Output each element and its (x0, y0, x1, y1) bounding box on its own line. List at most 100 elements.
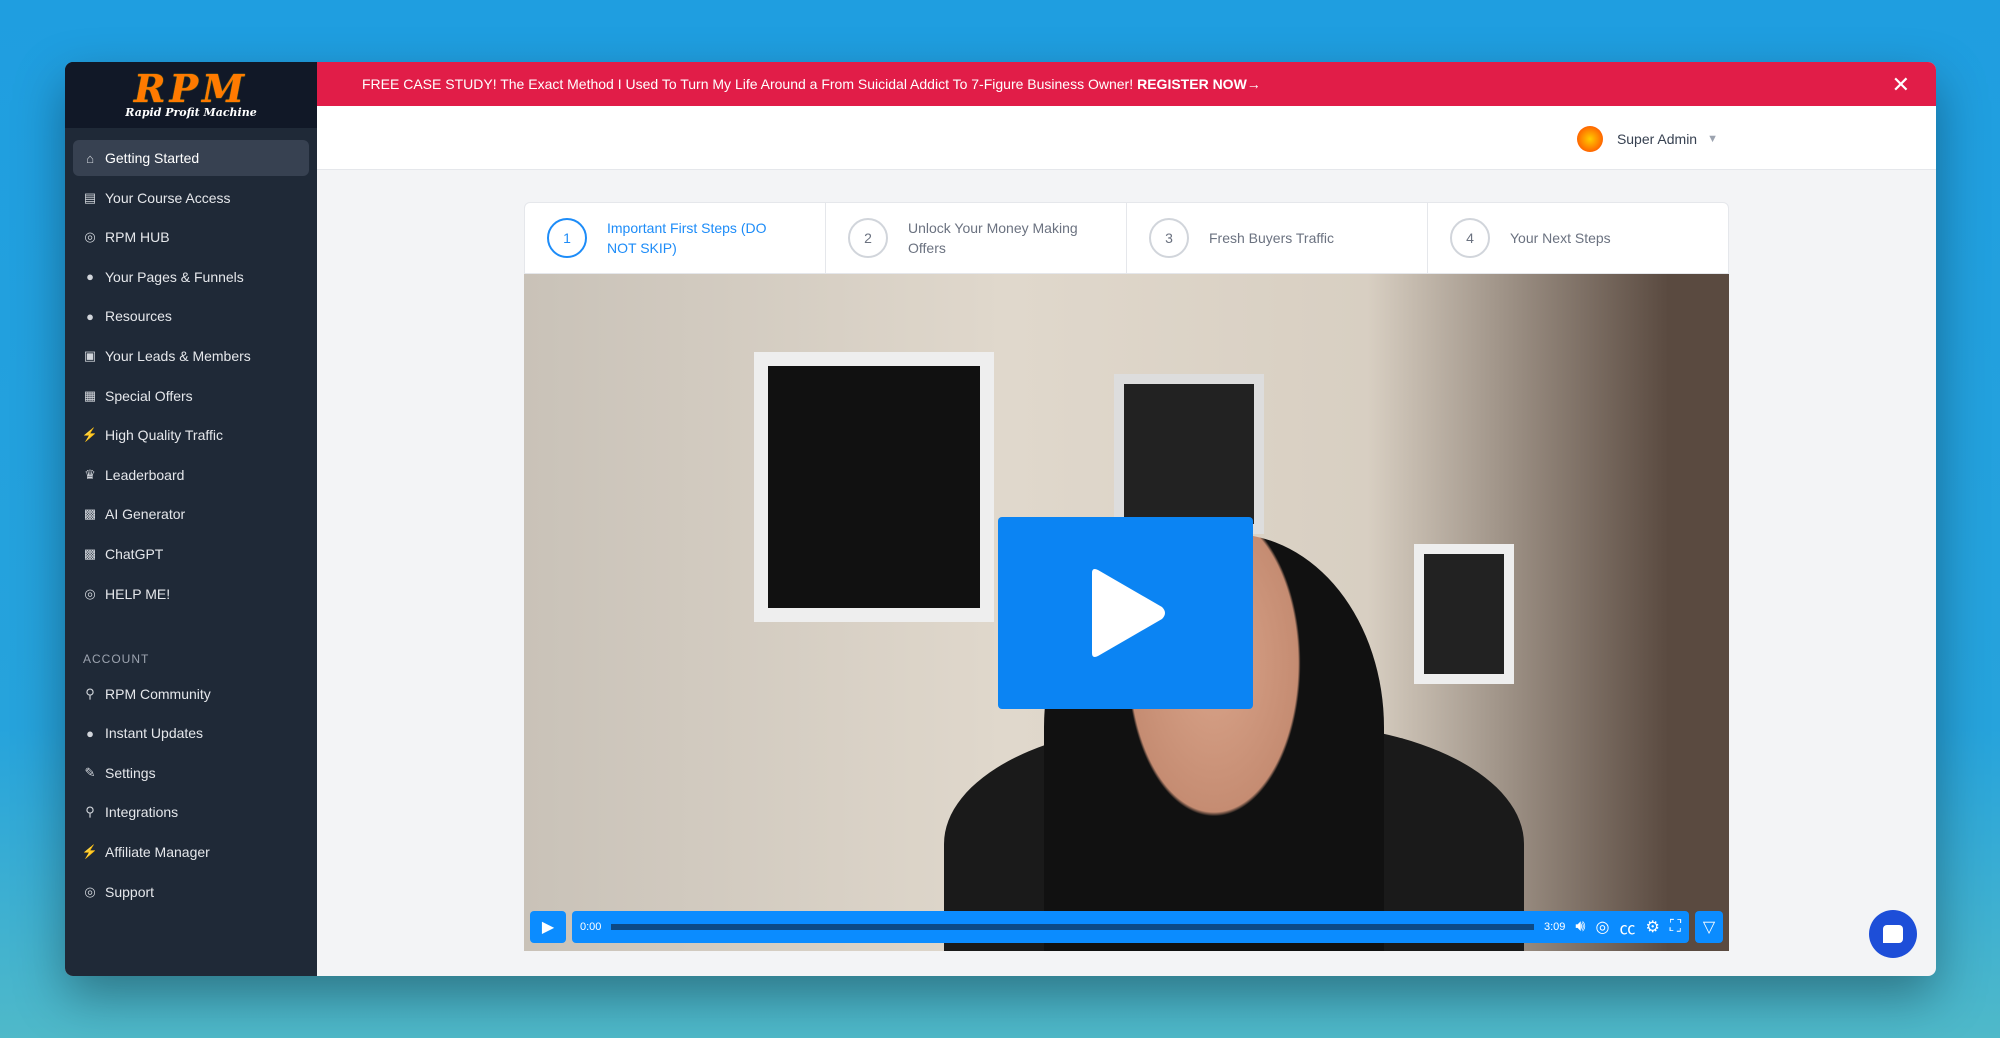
logo-tagline: Rapid Profit Machine (125, 105, 257, 119)
step-label: Unlock Your Money Making Offers (908, 220, 1078, 256)
sidebar-item-rpm-hub[interactable]: ◎ RPM HUB (73, 219, 309, 255)
sidebar-icon: ⌂ (86, 150, 94, 166)
sidebar-item-label: Your Pages & Funnels (105, 268, 244, 285)
sidebar-icon: ⚡ (81, 843, 99, 859)
step-2[interactable]: 2 Unlock Your Money Making Offers (826, 203, 1127, 273)
sidebar: RPM Rapid Profit Machine ⌂ Getting Starte… (65, 62, 317, 976)
framed-certificate (754, 352, 994, 622)
step-number: 3 (1149, 218, 1189, 258)
sidebar-item-label: Affiliate Manager (105, 843, 210, 860)
step-1[interactable]: 1 Important First Steps (DO NOT SKIP) (525, 203, 826, 273)
current-time: 0:00 (580, 921, 602, 933)
sidebar-icon: ▣ (83, 347, 97, 363)
step-label: Fresh Buyers Traffic (1209, 230, 1335, 246)
sidebar-item-label: Getting Started (105, 150, 200, 166)
sidebar-item-label: RPM HUB (105, 229, 170, 246)
sidebar-icon: ◎ (84, 229, 96, 245)
sidebar-icon: ▤ (83, 189, 97, 205)
sidebar-item-label: Your Leads & Members (105, 347, 251, 364)
sidebar-icon: ● (86, 308, 94, 324)
logo[interactable]: RPM Rapid Profit Machine (65, 62, 317, 128)
sidebar-item-integrations[interactable]: ⚲ Integrations (73, 794, 309, 830)
chat-button[interactable] (1869, 910, 1917, 958)
sidebar-item-label: Settings (105, 764, 156, 781)
sidebar-item-label: Instant Updates (105, 725, 204, 742)
app-window: RPM Rapid Profit Machine ⌂ Getting Starte… (65, 62, 1936, 976)
step-number: 4 (1450, 218, 1490, 258)
step-4[interactable]: 4 Your Next Steps (1428, 203, 1728, 273)
sidebar-item-your-course-access[interactable]: ▤ Your Course Access (73, 180, 309, 216)
sidebar-item-your-pages-funnels[interactable]: ● Your Pages & Funnels (73, 259, 309, 295)
step-number: 2 (848, 218, 888, 258)
speed-icon[interactable]: ◎ (1595, 917, 1609, 937)
video-player[interactable]: ▶ 0:00 3:09 🔊︎ ◎ ㏄ ⚙ ⛶ ▽ (524, 274, 1729, 951)
sidebar-item-leaderboard[interactable]: ♛ Leaderboard (73, 457, 309, 493)
sidebar-item-label: ChatGPT (105, 545, 164, 562)
sidebar-item-label: Support (105, 883, 155, 900)
top-header: Super Admin ▼ (317, 106, 1936, 170)
sidebar-item-chatgpt[interactable]: ▩ ChatGPT (73, 536, 309, 572)
sidebar-item-help-me-[interactable]: ◎ HELP ME! (73, 576, 309, 612)
account-section-label: ACCOUNT (83, 651, 150, 666)
captions-icon[interactable]: ㏄ (1619, 915, 1635, 939)
sidebar-item-instant-updates[interactable]: ● Instant Updates (73, 715, 309, 751)
sidebar-item-your-leads-members[interactable]: ▣ Your Leads & Members (73, 338, 309, 374)
sidebar-icon: ◎ (84, 585, 96, 601)
play-button[interactable]: ▶ (530, 911, 566, 943)
sidebar-icon: ▩ (83, 545, 97, 561)
big-play-button[interactable] (998, 517, 1253, 709)
sidebar-item-label: HELP ME! (105, 585, 171, 602)
sidebar-icon: ▩ (83, 506, 97, 522)
sidebar-icon: ⚲ (85, 804, 95, 820)
sidebar-item-label: Integrations (105, 804, 179, 821)
sidebar-item-label: Special Offers (105, 387, 193, 404)
step-3[interactable]: 3 Fresh Buyers Traffic (1127, 203, 1428, 273)
seek-bar[interactable] (611, 924, 1534, 930)
framed-poster (1414, 544, 1514, 684)
close-icon[interactable]: ✕ (1892, 72, 1910, 98)
sidebar-item-label: Your Course Access (105, 189, 231, 206)
sidebar-icon: ● (86, 725, 94, 741)
register-now-link[interactable]: REGISTER NOW→ (1137, 76, 1261, 92)
logo-mark: RPM (133, 65, 249, 111)
chevron-down-icon: ▼ (1707, 133, 1718, 145)
sidebar-item-support[interactable]: ◎ Support (73, 874, 309, 910)
duration: 3:09 (1543, 921, 1566, 933)
framed-award (1114, 374, 1264, 534)
sidebar-item-label: RPM Community (105, 685, 211, 702)
sidebar-item-rpm-community[interactable]: ⚲ RPM Community (73, 676, 309, 712)
control-bar: 0:00 3:09 🔊︎ ◎ ㏄ ⚙ ⛶ (572, 911, 1689, 943)
volume-icon[interactable]: 🔊︎ (1575, 918, 1585, 936)
sidebar-item-label: AI Generator (105, 506, 186, 523)
user-menu[interactable]: Super Admin ▼ (1576, 126, 1718, 152)
sidebar-item-getting-started[interactable]: ⌂ Getting Started (73, 140, 309, 176)
video-controls: ▶ 0:00 3:09 🔊︎ ◎ ㏄ ⚙ ⛶ ▽ (530, 911, 1723, 943)
sidebar-item-affiliate-manager[interactable]: ⚡ Affiliate Manager (73, 834, 309, 870)
sidebar-icon: ⚡ (81, 427, 99, 443)
steps-bar: 1 Important First Steps (DO NOT SKIP) 2 Unl… (524, 202, 1729, 274)
vimeo-logo-icon[interactable]: ▽ (1695, 911, 1723, 943)
sidebar-icon: ▦ (83, 387, 97, 403)
sidebar-icon: ♛ (84, 466, 96, 482)
step-label: Your Next Steps (1510, 230, 1611, 246)
sidebar-item-ai-generator[interactable]: ▩ AI Generator (73, 496, 309, 532)
sidebar-item-special-offers[interactable]: ▦ Special Offers (73, 378, 309, 414)
fullscreen-icon[interactable]: ⛶ (1670, 918, 1681, 936)
sidebar-icon: ◎ (84, 883, 96, 899)
sidebar-icon: ● (86, 269, 94, 285)
play-icon (1091, 569, 1165, 657)
sidebar-item-label: High Quality Traffic (105, 427, 224, 444)
sidebar-item-label: Leaderboard (105, 466, 185, 483)
user-name: Super Admin (1616, 131, 1698, 147)
settings-icon[interactable]: ⚙ (1645, 917, 1659, 937)
sidebar-item-resources[interactable]: ● Resources (73, 298, 309, 334)
step-label: Important First Steps (DO NOT SKIP) (607, 220, 767, 256)
sidebar-icon: ⚲ (85, 685, 95, 701)
sidebar-item-high-quality-traffic[interactable]: ⚡ High Quality Traffic (73, 417, 309, 453)
sidebar-item-settings[interactable]: ✎ Settings (73, 755, 309, 791)
promo-banner[interactable]: FREE CASE STUDY! The Exact Method I Used… (317, 62, 1936, 106)
step-number: 1 (547, 218, 587, 258)
chat-icon (1883, 925, 1903, 943)
banner-text: FREE CASE STUDY! The Exact Method I Used… (362, 76, 1134, 92)
sidebar-icon: ✎ (84, 764, 96, 780)
